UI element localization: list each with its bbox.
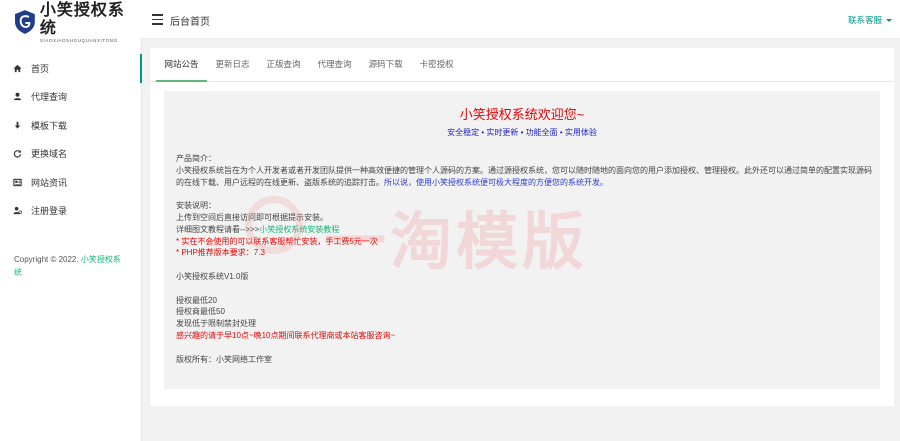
intro-highlight: 所以说，使用小笑授权系统便可极大程度的方便您的系统开发。 <box>384 177 608 187</box>
sidebar-nav: 首页 代理查询 模板下载 更换域名 网站资讯 注册登录 <box>0 54 142 226</box>
install-line-1: 上传到空间后直接访问即可根据提示安装。 <box>176 212 328 222</box>
tab-update-log[interactable]: 更新日志 <box>207 48 258 81</box>
tab-bar: 网站公告 更新日志 正版查询 代理查询 源码下载 卡密授权 <box>150 48 894 82</box>
sidebar-item-label: 网站资讯 <box>31 177 68 188</box>
brand-title: 小笑授权系统 <box>39 1 125 37</box>
sidebar-item-agent-query[interactable]: 代理查询 <box>0 83 141 112</box>
sidebar-item-label: 首页 <box>31 63 50 74</box>
install-line-3: * 实在不会使用的可以联系客服帮忙安装，手工费5元一次 <box>176 236 378 246</box>
tab-site-notice[interactable]: 网站公告 <box>156 48 208 82</box>
sidebar-item-label: 更换域名 <box>31 149 68 160</box>
contact-service-dropdown[interactable]: 联系客服 <box>848 14 892 26</box>
sidebar-item-change-domain[interactable]: 更换域名 <box>0 140 141 169</box>
install-tutorial-link[interactable]: 小笑授权系统安装教程 <box>259 225 339 234</box>
price-line-3: 发现低于限制禁封处理 <box>176 319 256 329</box>
news-icon <box>13 178 22 186</box>
install-heading: 安装说明： <box>176 201 216 211</box>
copyright-prefix: Copyright © 2022. <box>14 255 81 264</box>
feature-tagline: 安全稳定 • 实时更新 • 功能全面 • 实用体验 <box>447 128 597 137</box>
intro-heading: 产品简介： <box>176 154 216 163</box>
shield-logo-icon <box>14 10 35 34</box>
user-login-icon <box>13 207 22 215</box>
notice-box: 小笑授权系统欢迎您~ 安全稳定 • 实时更新 • 功能全面 • 实用体验 产品简… <box>164 91 880 389</box>
home-icon <box>13 64 22 72</box>
top-header: 后台首页 联系客服 <box>141 0 900 39</box>
sidebar-item-label: 模板下载 <box>31 120 68 131</box>
content-panel: 网站公告 更新日志 正版查询 代理查询 源码下载 卡密授权 小笑授权系统欢迎您~… <box>150 48 894 406</box>
brand-logo[interactable]: 小笑授权系统 XIAOXIAOSHOUQUANXITONG <box>0 0 141 44</box>
owner-text: 版权所有：小笑网络工作室 <box>176 354 272 364</box>
sidebar-item-register-login[interactable]: 注册登录 <box>0 197 141 226</box>
page-title: 后台首页 <box>170 17 210 28</box>
install-tutorial-prefix: 详细图文教程请看-->>> <box>176 224 260 234</box>
sidebar-item-label: 代理查询 <box>31 92 68 103</box>
contact-service-label: 联系客服 <box>847 15 882 25</box>
sidebar-item-template-download[interactable]: 模板下载 <box>0 111 141 140</box>
agent-note: 感兴趣的请于早10点~晚10点期间联系代理商或本站客服咨询~ <box>176 330 396 340</box>
download-icon <box>14 121 21 129</box>
price-line-2: 授权商最低50 <box>176 307 225 317</box>
price-line-1: 授权最低20 <box>176 295 217 305</box>
tab-card-authorization[interactable]: 卡密授权 <box>411 48 462 81</box>
sidebar-item-site-news[interactable]: 网站资讯 <box>0 168 141 197</box>
sidebar-item-label: 注册登录 <box>31 206 68 217</box>
caret-down-icon <box>886 19 892 23</box>
intro-paragraph: 小笑授权系统旨在为个人开发者或者开发团队提供一种高效便捷的管理个人源码的方案。通… <box>176 165 876 189</box>
tab-source-download[interactable]: 源码下载 <box>360 48 411 81</box>
notice-body: 产品简介： 小笑授权系统旨在为个人开发者或者开发团队提供一种高效便捷的管理个人源… <box>176 153 876 365</box>
install-line-4: * PHP推荐版本要求：7.3 <box>176 248 265 258</box>
sidebar-item-home[interactable]: 首页 <box>0 54 142 83</box>
tab-genuine-query[interactable]: 正版查询 <box>258 48 309 81</box>
version-text: 小笑授权系统V1.0版 <box>176 271 249 281</box>
sidebar: 小笑授权系统 XIAOXIAOSHOUQUANXITONG 首页 代理查询 模板… <box>0 0 142 441</box>
brand-subtitle: XIAOXIAOSHOUQUANXITONG <box>39 37 118 43</box>
copyright-text: Copyright © 2022. 小笑授权系统 <box>14 253 126 279</box>
menu-toggle-icon[interactable] <box>152 14 163 28</box>
install-line-2: 详细图文教程请看-->>>小笑授权系统安装教程 <box>176 224 876 236</box>
refresh-icon <box>13 150 22 158</box>
user-icon <box>13 92 22 101</box>
tab-agent-query[interactable]: 代理查询 <box>309 48 360 81</box>
welcome-heading: 小笑授权系统欢迎您~ <box>459 107 585 122</box>
